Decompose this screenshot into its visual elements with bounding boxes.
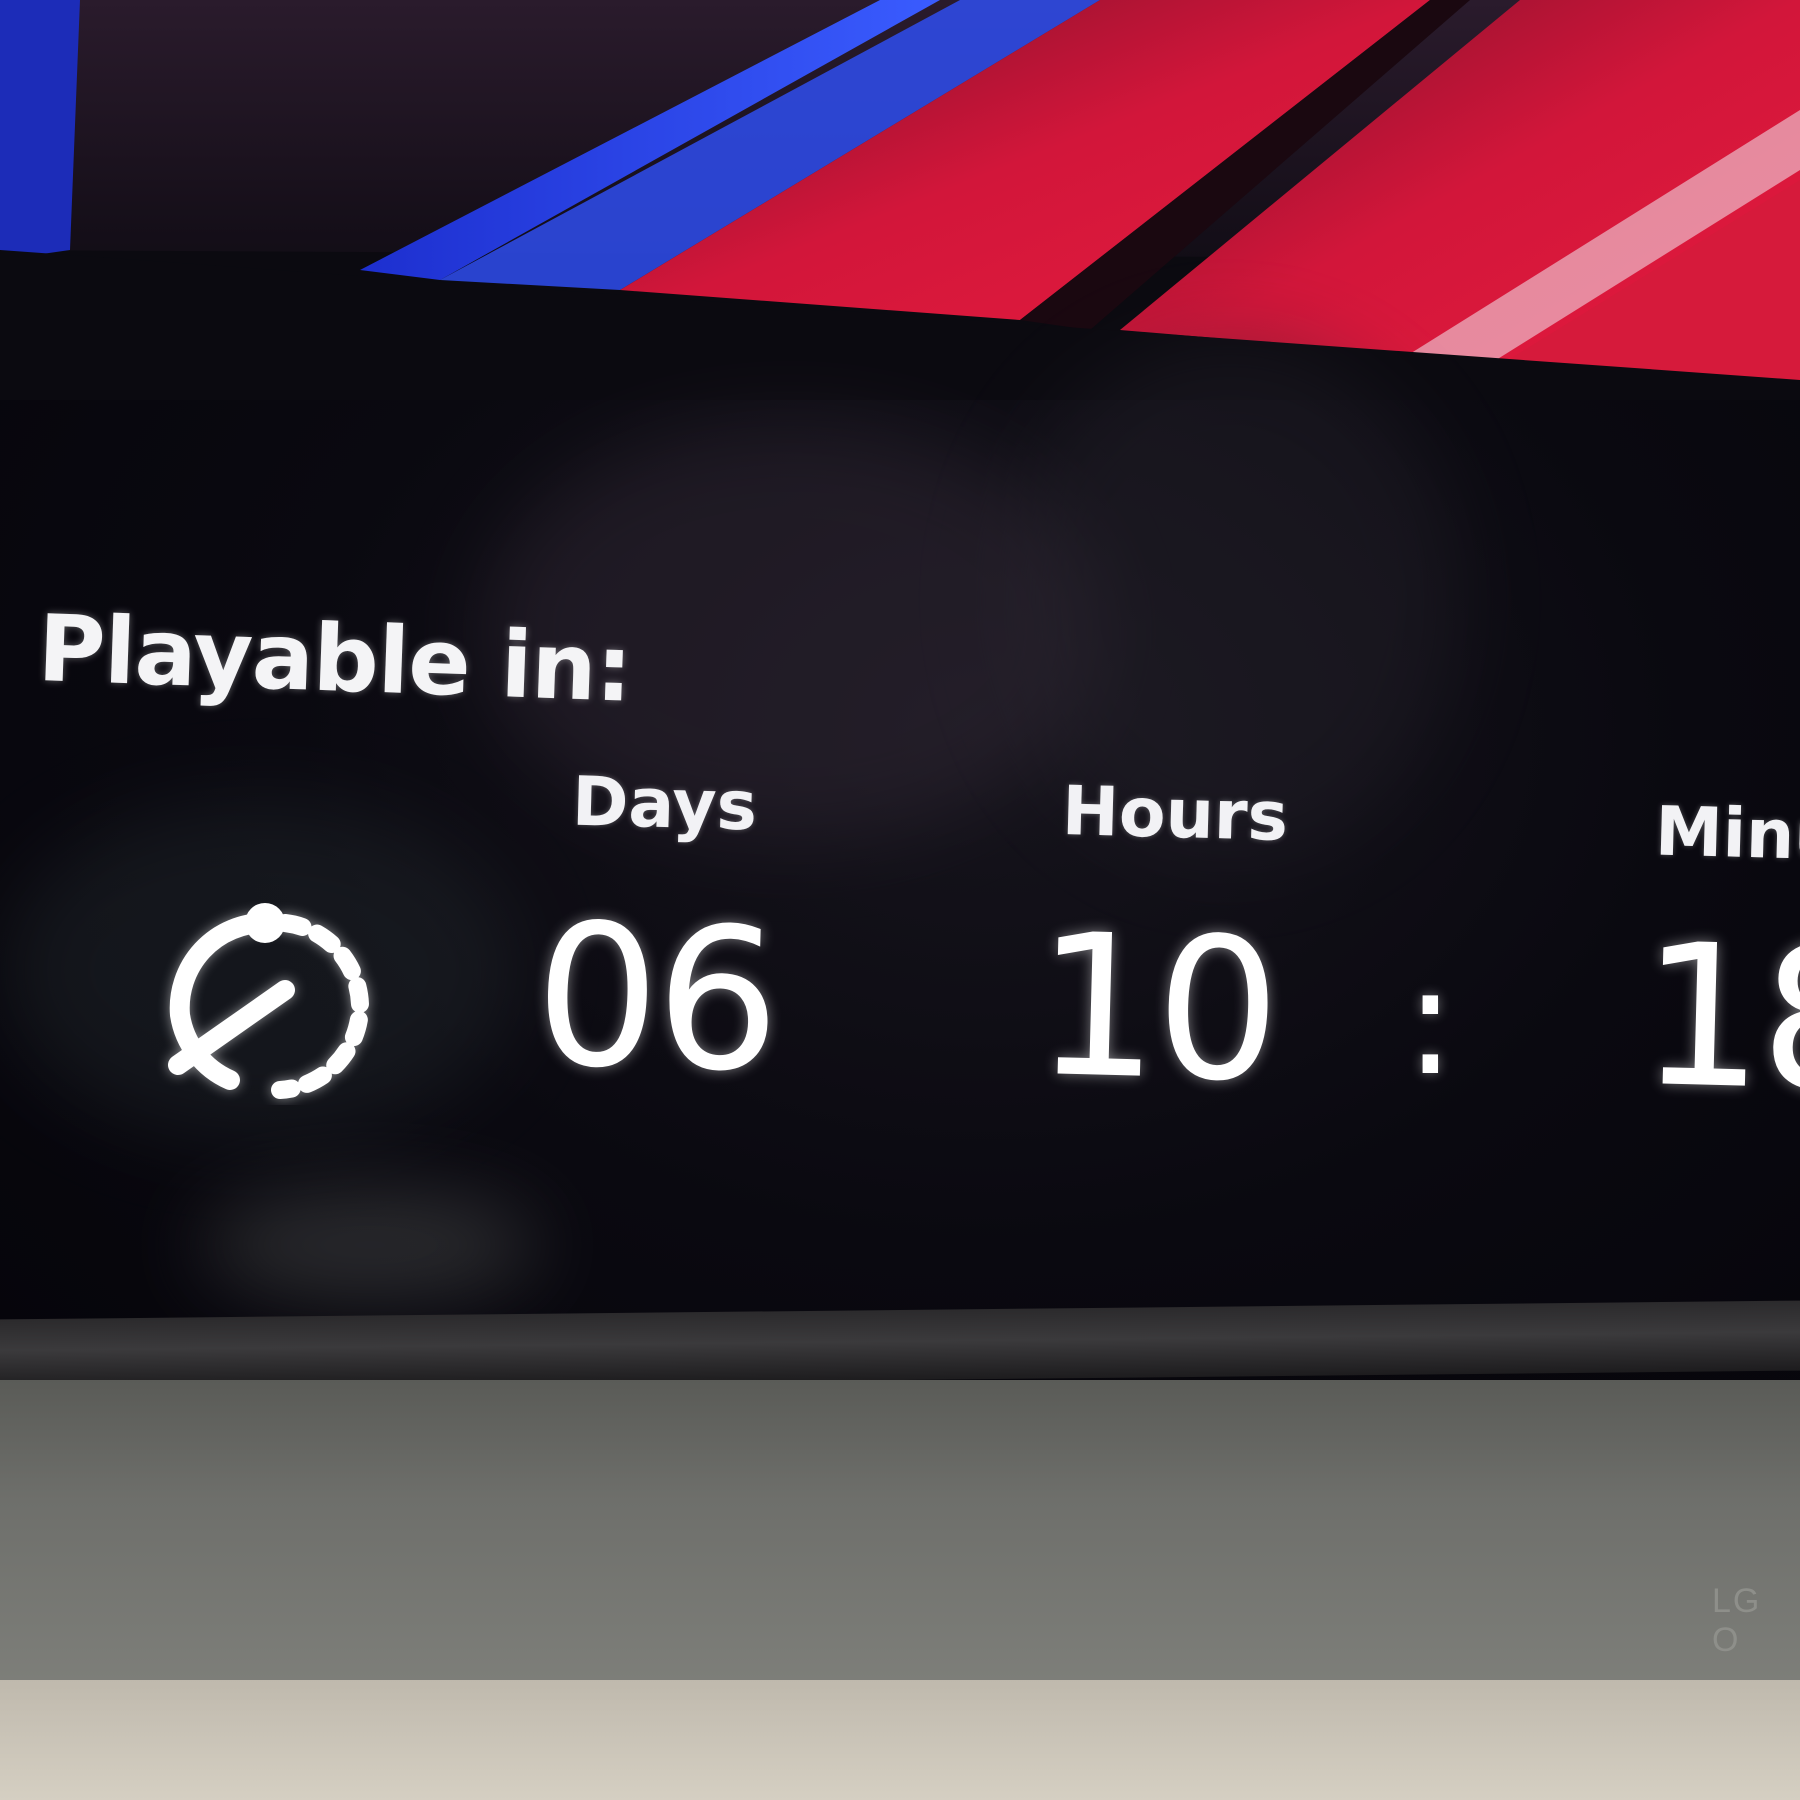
days-value: 06 xyxy=(532,881,780,1117)
hero-artwork xyxy=(0,0,1800,400)
screen-reflection xyxy=(200,1190,540,1300)
days-label: Days xyxy=(570,762,759,847)
countdown-heading: Playable in: xyxy=(36,595,634,723)
hours-value: 10 xyxy=(1032,891,1280,1127)
timer-icon xyxy=(168,903,370,1099)
shelf xyxy=(0,1680,1800,1800)
time-separator: : xyxy=(1405,935,1456,1109)
tv-brand-logo: LG O xyxy=(1712,1582,1762,1659)
photo-of-tv: Playable in: Days Hours Minu 06 10 : 18 … xyxy=(0,0,1800,1800)
hours-label: Hours xyxy=(1061,772,1290,857)
minutes-label: Minu xyxy=(1653,792,1800,877)
tv-screen: Playable in: Days Hours Minu 06 10 : 18 xyxy=(0,0,1800,1330)
minutes-value: 18 xyxy=(1637,901,1800,1137)
tv-stand xyxy=(0,1380,1800,1680)
